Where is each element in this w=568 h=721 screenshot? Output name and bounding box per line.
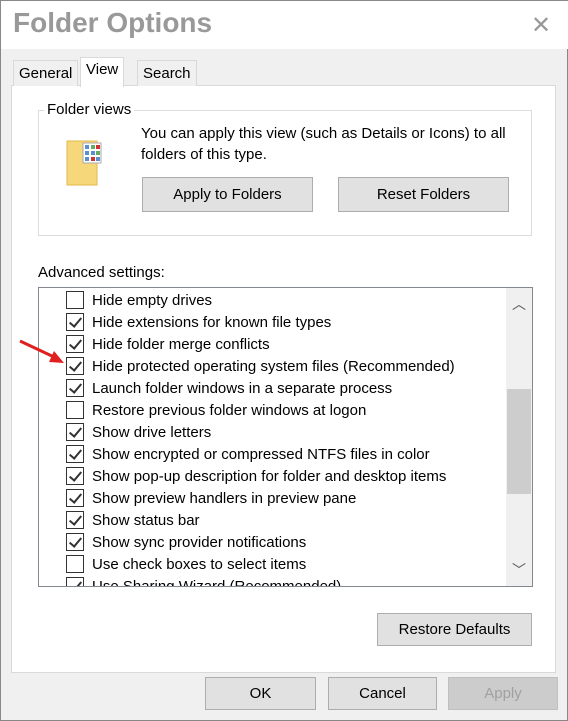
checkbox[interactable]: [66, 379, 84, 397]
setting-item[interactable]: Show encrypted or compressed NTFS files …: [66, 443, 430, 465]
advanced-settings-list: Hide empty drives Hide extensions for kno…: [38, 287, 533, 587]
scroll-up-icon[interactable]: ︿: [506, 294, 532, 314]
setting-item[interactable]: Restore previous folder windows at logon: [66, 399, 366, 421]
cancel-button[interactable]: Cancel: [328, 677, 437, 710]
setting-label: Hide folder merge conflicts: [92, 335, 270, 353]
setting-item[interactable]: Hide protected operating system files (R…: [66, 355, 455, 377]
scrollbar[interactable]: ︿ ﹀: [506, 288, 532, 586]
checkbox[interactable]: [66, 335, 84, 353]
setting-item[interactable]: Show preview handlers in preview pane: [66, 487, 356, 509]
checkbox[interactable]: [66, 533, 84, 551]
red-arrow-annotation: [19, 339, 64, 363]
scrollbar-thumb[interactable]: [507, 389, 531, 494]
setting-item[interactable]: Show drive letters: [66, 421, 211, 443]
scroll-down-icon[interactable]: ﹀: [506, 560, 532, 580]
setting-label: Show encrypted or compressed NTFS files …: [92, 445, 430, 463]
checkbox[interactable]: [66, 577, 84, 586]
ok-button[interactable]: OK: [205, 677, 316, 710]
setting-label: Show pop-up description for folder and d…: [92, 467, 447, 485]
reset-folders-button[interactable]: Reset Folders: [338, 177, 509, 212]
setting-item[interactable]: Show sync provider notifications: [66, 531, 306, 553]
folder-views-description: You can apply this view (such as Details…: [141, 125, 506, 163]
folder-views-label: Folder views: [44, 101, 135, 118]
checkbox[interactable]: [66, 467, 84, 485]
setting-item[interactable]: Hide empty drives: [66, 289, 212, 311]
setting-item[interactable]: Show pop-up description for folder and d…: [66, 465, 446, 487]
window-title: Folder Options: [13, 7, 213, 38]
checkbox[interactable]: [66, 357, 84, 375]
checkbox[interactable]: [66, 489, 84, 507]
folder-icon: [66, 140, 102, 186]
setting-label: Hide extensions for known file types: [92, 313, 332, 331]
close-icon[interactable]: ✕: [531, 11, 551, 40]
checkbox[interactable]: [66, 423, 84, 441]
setting-label: Hide protected operating system files (R…: [92, 357, 455, 375]
checkbox[interactable]: [66, 401, 84, 419]
setting-label: Restore previous folder windows at logon: [92, 401, 367, 419]
checkbox[interactable]: [66, 291, 84, 309]
tab-view[interactable]: View: [80, 57, 125, 87]
setting-label: Show sync provider notifications: [92, 533, 307, 551]
setting-label: Show status bar: [92, 511, 200, 529]
checkbox[interactable]: [66, 445, 84, 463]
checkbox[interactable]: [66, 555, 84, 573]
setting-item[interactable]: Use check boxes to select items: [66, 553, 306, 575]
setting-label: Launch folder windows in a separate proc…: [92, 379, 393, 397]
setting-item[interactable]: Show status bar: [66, 509, 200, 531]
checkbox[interactable]: [66, 511, 84, 529]
setting-label: Use Sharing Wizard (Recommended): [92, 577, 342, 587]
setting-label: Show drive letters: [92, 423, 212, 441]
setting-label: Show preview handlers in preview pane: [92, 489, 357, 507]
setting-item[interactable]: Use Sharing Wizard (Recommended): [66, 575, 342, 587]
setting-item[interactable]: Hide extensions for known file types: [66, 311, 331, 333]
setting-item[interactable]: Launch folder windows in a separate proc…: [66, 377, 392, 399]
tab-general[interactable]: General: [13, 60, 79, 86]
checkbox[interactable]: [66, 313, 84, 331]
setting-item[interactable]: Hide folder merge conflicts: [66, 333, 270, 355]
apply-to-folders-button[interactable]: Apply to Folders: [142, 177, 313, 212]
advanced-settings-label: Advanced settings:: [38, 264, 165, 281]
setting-label: Hide empty drives: [92, 291, 213, 309]
restore-defaults-button[interactable]: Restore Defaults: [377, 613, 532, 646]
tab-search[interactable]: Search: [137, 60, 197, 86]
setting-label: Use check boxes to select items: [92, 555, 307, 573]
apply-button[interactable]: Apply: [448, 677, 558, 710]
